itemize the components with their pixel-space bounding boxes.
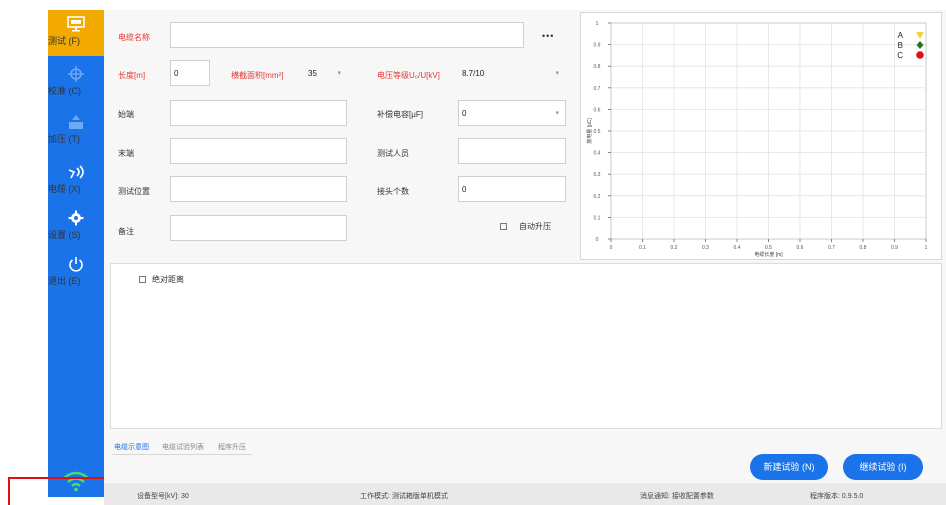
tab-divider (112, 454, 252, 455)
auto-boost-checkbox[interactable]: 自动升压 (500, 221, 551, 232)
work-mode: 工作模式: 测试箱版单机模式 (360, 493, 448, 500)
area-select[interactable]: 35 ▾ (304, 60, 348, 86)
continue-test-button[interactable]: 继续试验 (I) (843, 454, 923, 480)
remark-input[interactable] (170, 215, 347, 241)
legend-marker-circle (916, 51, 924, 59)
target-icon (68, 66, 84, 82)
start-label: 始端 (118, 110, 134, 119)
cable-diagram-panel: 绝对距离 (110, 263, 942, 429)
tab-cable-diagram[interactable]: 电缆示意图 (114, 442, 149, 452)
nav-cable-label: 电缆 (X) (48, 184, 81, 194)
y-tick-label: 0.1 (594, 215, 601, 221)
cap-select-value: 0 (462, 109, 467, 118)
abs-distance-label: 绝对距离 (152, 275, 184, 284)
tab-test-list[interactable]: 电缆试验列表 (162, 442, 204, 452)
cap-label: 补偿电容[μF] (377, 110, 423, 119)
legend-label: A (898, 31, 904, 40)
message-notice: 消息通知: 接收配置参数 (640, 493, 714, 500)
cap-select[interactable]: 0 ▾ (458, 100, 566, 126)
y-tick-label: 0.6 (594, 107, 601, 113)
chevron-down-icon: ▾ (337, 70, 341, 77)
y-axis-label: 放电量 [pC] (586, 118, 593, 144)
y-tick-label: 0.4 (594, 151, 601, 157)
location-label: 测试位置 (118, 187, 150, 196)
abs-distance-checkbox[interactable]: 绝对距离 (139, 274, 184, 285)
nav-pressurize-label: 加压 (T) (48, 134, 80, 144)
y-tick-label: 0.9 (594, 43, 601, 49)
location-input[interactable] (170, 176, 347, 202)
x-tick-label: 1 (925, 245, 928, 251)
length-label: 长度[m] (118, 71, 146, 80)
auto-boost-label: 自动升压 (519, 222, 551, 231)
tester-label: 测试人员 (377, 149, 409, 158)
power-icon (69, 257, 83, 272)
x-tick-label: 0.4 (734, 245, 741, 251)
nav-exit[interactable]: 退出 (E) (48, 250, 104, 296)
x-tick-label: 0 (610, 245, 613, 251)
voltage-select[interactable]: 8.7/10 ▾ (458, 60, 566, 86)
monitor-icon (67, 16, 85, 32)
nav-pressurize[interactable]: 加压 (T) (48, 108, 104, 154)
start-input[interactable] (170, 100, 347, 126)
nav-cable[interactable]: 电缆 (X) (48, 158, 104, 204)
tab-program-boost[interactable]: 程序升压 (218, 442, 246, 452)
x-tick-label: 0.3 (702, 245, 709, 251)
tester-input[interactable] (458, 138, 566, 164)
nav-settings[interactable]: 设置 (S) (48, 204, 104, 250)
nav-settings-label: 设置 (S) (48, 230, 81, 240)
discharge-chart: 0 0.1 0.2 0.3 0.4 0.5 0.6 0.7 0.8 0.9 1 0 0.1 0.2 0.3 0… (580, 12, 942, 260)
cable-name-input[interactable] (170, 22, 524, 48)
cable-name-label: 电缆名称 (118, 33, 150, 42)
x-tick-label: 0.7 (828, 245, 835, 251)
nav-calibrate-label: 校准 (C) (48, 86, 81, 96)
new-test-button[interactable]: 新建试验 (N) (750, 454, 828, 480)
area-label: 横截面积[mm²] (231, 71, 284, 80)
voltage-select-value: 8.7/10 (462, 69, 485, 78)
main-panel: 电缆名称 ••• 长度[m] 0 横截面积[mm²] 35 ▾ 电压等级U₀/U… (104, 10, 946, 505)
joints-label: 接头个数 (377, 187, 409, 196)
status-bar: 设备型号[kV]: 30 工作模式: 测试箱版单机模式 消息通知: 接收配置参数… (104, 483, 946, 505)
legend-label: B (898, 41, 903, 50)
area-select-value: 35 (308, 69, 317, 78)
x-tick-label: 0.2 (671, 245, 678, 251)
x-tick-label: 0.6 (797, 245, 804, 251)
y-tick-label: 0.5 (594, 129, 601, 135)
x-tick-label: 0.1 (639, 245, 646, 251)
device-model: 设备型号[kV]: 30 (137, 493, 189, 500)
tray-icon (69, 115, 83, 129)
x-tick-label: 0.9 (891, 245, 898, 251)
x-tick-label: 0.8 (860, 245, 867, 251)
sidebar: 测试 (F) 校准 (C) 加压 (T) 电缆 (X) 设置 (S) 退出 (E… (48, 10, 104, 497)
chart-svg: 0 0.1 0.2 0.3 0.4 0.5 0.6 0.7 0.8 0.9 1 0 0.1 0.2 0.3 0… (586, 21, 928, 258)
more-button[interactable]: ••• (542, 31, 554, 41)
nav-test[interactable]: 测试 (F) (48, 10, 104, 56)
y-tick-label: 0.8 (594, 64, 601, 70)
y-tick-label: 0.3 (594, 172, 601, 178)
x-axis-label: 电缆长度 [m] (754, 251, 783, 258)
highlight-box (8, 477, 119, 505)
end-label: 末端 (118, 149, 134, 158)
length-input[interactable]: 0 (170, 60, 210, 86)
y-tick-label: 0.2 (594, 194, 601, 200)
chevron-down-icon: ▾ (555, 110, 559, 117)
end-input[interactable] (170, 138, 347, 164)
nav-exit-label: 退出 (E) (48, 276, 81, 286)
nav-test-label: 测试 (F) (48, 36, 80, 46)
checkbox-square[interactable] (500, 223, 507, 231)
y-tick-label: 1 (596, 21, 599, 27)
signal-icon (68, 165, 84, 179)
chevron-down-icon: ▾ (555, 70, 559, 77)
y-tick-label: 0 (596, 237, 599, 243)
remark-label: 备注 (118, 227, 134, 236)
joints-input[interactable]: 0 (458, 176, 566, 202)
x-tick-label: 0.5 (765, 245, 772, 251)
y-tick-label: 0.7 (594, 86, 601, 92)
voltage-label: 电压等级U₀/U[kV] (377, 71, 440, 80)
legend-label: C (897, 51, 903, 60)
gear-icon (68, 210, 84, 226)
checkbox-square[interactable] (139, 276, 146, 284)
nav-calibrate[interactable]: 校准 (C) (48, 60, 104, 106)
program-version: 程序版本: 0.9.5.0 (810, 493, 864, 500)
